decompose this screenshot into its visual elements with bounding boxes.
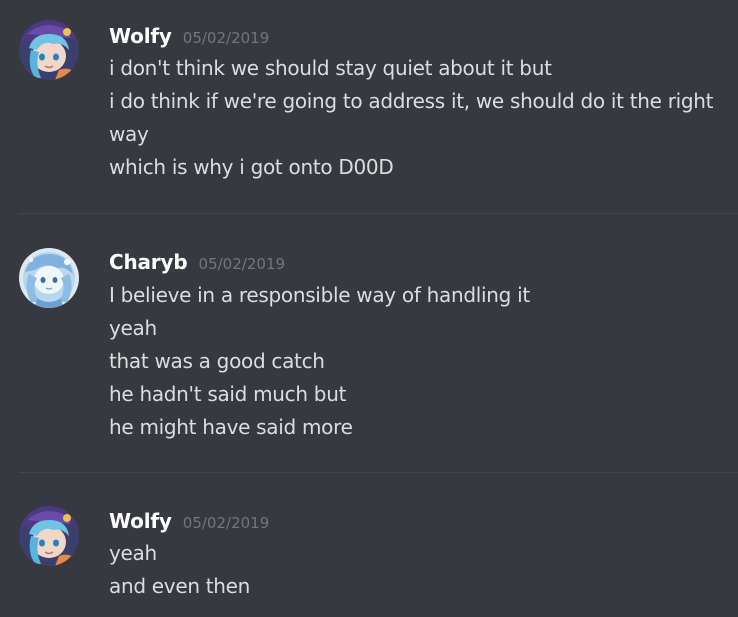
message-line: he might have said more [109,415,353,439]
message-divider [19,472,738,473]
avatar-charyb[interactable] [19,248,79,308]
timestamp: 05/02/2019 [198,255,285,273]
message-content: I believe in a responsible way of handli… [109,279,729,444]
username[interactable]: Wolfy [109,24,172,48]
timestamp: 05/02/2019 [182,514,270,532]
message-line: that was a good catch [109,349,325,373]
avatar-charyb-icon [19,248,79,308]
avatar-wolfy[interactable] [19,506,79,566]
timestamp: 05/02/2019 [182,29,270,47]
message-line: yeah [109,316,157,340]
message-header: Wolfy 05/02/2019 [109,24,269,50]
avatar-wolfy[interactable] [19,20,79,80]
username[interactable]: Charyb [109,250,188,274]
message-line: way [109,122,149,146]
message-line: he hadn't said much but [109,382,347,406]
message-content: yeah and even then [109,537,729,603]
message-line: i don't think we should stay quiet about… [109,56,552,80]
message-content: i don't think we should stay quiet about… [109,52,729,184]
message-header: Wolfy 05/02/2019 [109,509,269,535]
chat-messages: Wolfy 05/02/2019 i don't think we should… [0,0,738,617]
message-line: yeah [109,541,157,565]
username[interactable]: Wolfy [109,509,172,533]
message-line: I believe in a responsible way of handli… [109,283,530,307]
message-line: which is why i got onto D00D [109,155,394,179]
message-line: i do think if we're going to address it,… [109,89,714,113]
avatar-wolfy-icon [19,506,79,566]
avatar-wolfy-icon [19,20,79,80]
message-line: and even then [109,574,251,598]
message-header: Charyb 05/02/2019 [109,250,285,276]
message-divider [19,213,738,214]
